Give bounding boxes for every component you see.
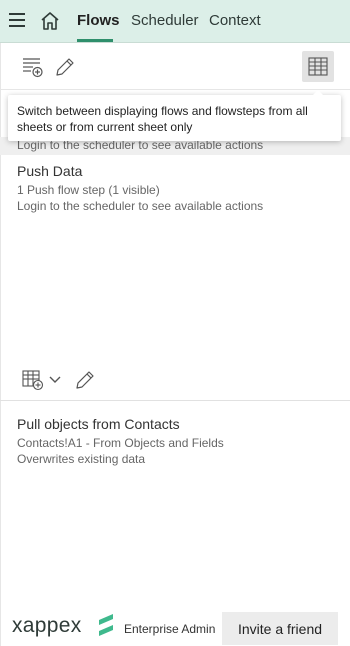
flow-item-push-data[interactable]: Push Data 1 Push flow step (1 visible) L… bbox=[0, 163, 350, 214]
tooltip: Switch between displaying flows and flow… bbox=[8, 95, 341, 141]
invite-friend-button[interactable]: Invite a friend bbox=[222, 612, 338, 645]
flowstep-mode: Overwrites existing data bbox=[17, 452, 146, 466]
flow-login-note: Login to the scheduler to see available … bbox=[17, 199, 264, 213]
sheet-filter-toggle-button[interactable] bbox=[302, 51, 334, 82]
flows-toolbar bbox=[0, 43, 350, 90]
logo-mark-icon bbox=[99, 614, 113, 636]
flow-title: Push Data bbox=[17, 163, 83, 179]
active-tab-indicator bbox=[77, 39, 113, 42]
home-icon[interactable] bbox=[39, 10, 61, 32]
menu-icon[interactable] bbox=[9, 13, 25, 27]
tooltip-arrow bbox=[312, 90, 324, 96]
add-flow-icon[interactable] bbox=[22, 56, 44, 78]
section-divider bbox=[0, 400, 350, 401]
tab-flows[interactable]: Flows bbox=[77, 12, 120, 29]
logo-text: xappex bbox=[12, 614, 82, 637]
chevron-down-icon[interactable] bbox=[48, 375, 62, 385]
flowstep-title: Pull objects from Contacts bbox=[17, 416, 180, 432]
flowstep-location: Contacts!A1 - From Objects and Fields bbox=[17, 436, 224, 450]
plan-label: Enterprise Admin bbox=[124, 622, 216, 636]
panel-edge bbox=[0, 43, 1, 646]
flow-steps-count: 1 Push flow step (1 visible) bbox=[17, 183, 160, 197]
flowstep-item[interactable]: Pull objects from Contacts Contacts!A1 -… bbox=[0, 416, 350, 467]
tab-scheduler[interactable]: Scheduler bbox=[131, 12, 199, 29]
edit-icon[interactable] bbox=[74, 369, 96, 391]
tab-context[interactable]: Context bbox=[209, 12, 261, 29]
top-nav: Flows Scheduler Context bbox=[0, 0, 350, 43]
add-step-icon[interactable] bbox=[22, 370, 44, 391]
edit-icon[interactable] bbox=[54, 56, 76, 78]
sheet-filter-toggle-icon bbox=[308, 57, 328, 76]
